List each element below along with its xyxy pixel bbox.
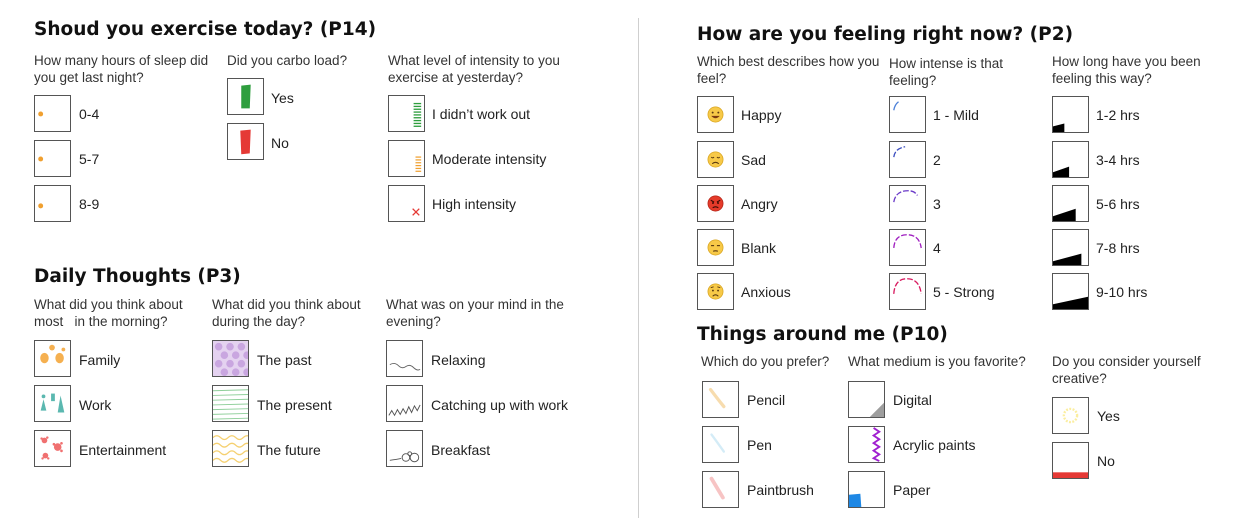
arc-level-2-icon[interactable] bbox=[889, 141, 926, 178]
red-bar-icon[interactable] bbox=[227, 123, 264, 160]
option-label: 5 - Strong bbox=[933, 284, 995, 300]
option-label: The present bbox=[257, 397, 332, 413]
option-label: Yes bbox=[271, 90, 294, 106]
arc-level-1-icon[interactable] bbox=[889, 96, 926, 133]
pen-stroke-icon[interactable] bbox=[702, 426, 739, 463]
arc-level-4-icon[interactable] bbox=[889, 229, 926, 266]
green-stripes-icon[interactable] bbox=[388, 95, 425, 132]
wedge-level-3-icon[interactable] bbox=[1052, 185, 1089, 222]
blue-block-icon[interactable] bbox=[848, 471, 885, 508]
question-intensity-feeling: How intense is that feeling? bbox=[889, 56, 1004, 88]
option-label: Pen bbox=[747, 437, 772, 453]
option-label: I didn’t work out bbox=[432, 106, 531, 122]
wedge-level-2-icon[interactable] bbox=[1052, 141, 1089, 178]
wedge-level-4-icon[interactable] bbox=[1052, 229, 1089, 266]
disappointed-face-icon[interactable] bbox=[697, 141, 734, 178]
red-base-line-icon[interactable] bbox=[1052, 442, 1089, 479]
question-creative: Do you consider yourself creative? bbox=[1052, 354, 1201, 386]
option-label: 1 - Mild bbox=[933, 107, 979, 123]
arc-level-3-icon[interactable] bbox=[889, 185, 926, 222]
purple-zigzag-icon[interactable] bbox=[848, 426, 885, 463]
option-label: Pencil bbox=[747, 392, 786, 408]
option-label: Blank bbox=[741, 240, 777, 256]
option-label: Paper bbox=[893, 482, 931, 498]
lavender-circles-pattern-icon[interactable] bbox=[212, 340, 249, 377]
teal-figures-icon[interactable] bbox=[34, 385, 71, 422]
wedge-level-5-icon[interactable] bbox=[1052, 273, 1089, 310]
section-title-p2: How are you feeling right now? (P2) bbox=[697, 24, 1074, 45]
question-prefer-tool: Which do you prefer? bbox=[701, 354, 830, 369]
loops-icon[interactable] bbox=[386, 430, 423, 467]
gray-corner-icon[interactable] bbox=[848, 381, 885, 418]
sun-icon[interactable] bbox=[1052, 397, 1089, 434]
sleep-dot-icon[interactable] bbox=[34, 185, 71, 222]
question-day-thoughts: What did you think about during the day? bbox=[212, 297, 361, 329]
question-morning-thoughts: What did you think about most in the mor… bbox=[34, 297, 187, 329]
option-label: 3-4 hrs bbox=[1096, 152, 1140, 168]
option-label: 5-6 hrs bbox=[1096, 196, 1140, 212]
option-label: Acrylic paints bbox=[893, 437, 976, 453]
option-label: 9-10 hrs bbox=[1096, 284, 1148, 300]
option-label: Entertainment bbox=[79, 442, 167, 458]
question-carbo-load: Did you carbo load? bbox=[227, 53, 348, 68]
wedge-level-1-icon[interactable] bbox=[1052, 96, 1089, 133]
angry-face-icon[interactable] bbox=[697, 185, 734, 222]
green-lines-pattern-icon[interactable] bbox=[212, 385, 249, 422]
orange-stripes-icon[interactable] bbox=[388, 140, 425, 177]
question-favorite-medium: What medium is you favorite? bbox=[848, 354, 1026, 369]
option-label: High intensity bbox=[432, 196, 517, 212]
zigzag-icon[interactable] bbox=[386, 385, 423, 422]
red-x-icon[interactable] bbox=[388, 185, 425, 222]
option-label: Digital bbox=[893, 392, 932, 408]
gentle-wave-icon[interactable] bbox=[386, 340, 423, 377]
option-label: 3 bbox=[933, 196, 941, 212]
worried-face-icon[interactable] bbox=[697, 273, 734, 310]
column-divider bbox=[638, 18, 639, 518]
red-splats-icon[interactable] bbox=[34, 430, 71, 467]
option-label: Paintbrush bbox=[747, 482, 814, 498]
option-label: 5-7 bbox=[79, 151, 100, 167]
option-label: Family bbox=[79, 352, 121, 368]
option-label: Breakfast bbox=[431, 442, 491, 458]
grinning-face-icon[interactable] bbox=[697, 96, 734, 133]
option-label: The past bbox=[257, 352, 312, 368]
option-label: The future bbox=[257, 442, 321, 458]
paintbrush-stroke-icon[interactable] bbox=[702, 471, 739, 508]
section-title-p10: Things around me (P10) bbox=[697, 324, 948, 345]
green-bar-icon[interactable] bbox=[227, 78, 264, 115]
option-label: 0-4 bbox=[79, 106, 100, 122]
option-label: 7-8 hrs bbox=[1096, 240, 1140, 256]
option-label: Sad bbox=[741, 152, 766, 168]
unamused-face-icon[interactable] bbox=[697, 229, 734, 266]
option-label: Catching up with work bbox=[431, 397, 568, 413]
sleep-dot-icon[interactable] bbox=[34, 95, 71, 132]
option-label: Happy bbox=[741, 107, 782, 123]
question-evening-thoughts: What was on your mind in the evening? bbox=[386, 297, 564, 329]
section-title-p3: Daily Thoughts (P3) bbox=[34, 266, 241, 287]
question-feeling: Which best describes how you feel? bbox=[697, 54, 880, 86]
option-label: 1-2 hrs bbox=[1096, 107, 1140, 123]
arc-level-5-icon[interactable] bbox=[889, 273, 926, 310]
option-label: 8-9 bbox=[79, 196, 100, 212]
option-label: No bbox=[1097, 453, 1115, 469]
question-duration: How long have you been feeling this way? bbox=[1052, 54, 1201, 86]
section-title-p14: Shoud you exercise today? (P14) bbox=[34, 19, 377, 40]
option-label: Moderate intensity bbox=[432, 151, 547, 167]
option-label: No bbox=[271, 135, 289, 151]
yellow-waves-pattern-icon[interactable] bbox=[212, 430, 249, 467]
pencil-stroke-icon[interactable] bbox=[702, 381, 739, 418]
option-label: 2 bbox=[933, 152, 941, 168]
question-sleep-hours: How many hours of sleep did you get last… bbox=[34, 53, 209, 85]
option-label: Relaxing bbox=[431, 352, 486, 368]
question-intensity: What level of intensity to you exercise … bbox=[388, 53, 560, 85]
orange-dots-icon[interactable] bbox=[34, 340, 71, 377]
option-label: Anxious bbox=[741, 284, 791, 300]
option-label: Yes bbox=[1097, 408, 1120, 424]
sleep-dot-icon[interactable] bbox=[34, 140, 71, 177]
option-label: Work bbox=[79, 397, 112, 413]
option-label: 4 bbox=[933, 240, 941, 256]
option-label: Angry bbox=[741, 196, 778, 212]
